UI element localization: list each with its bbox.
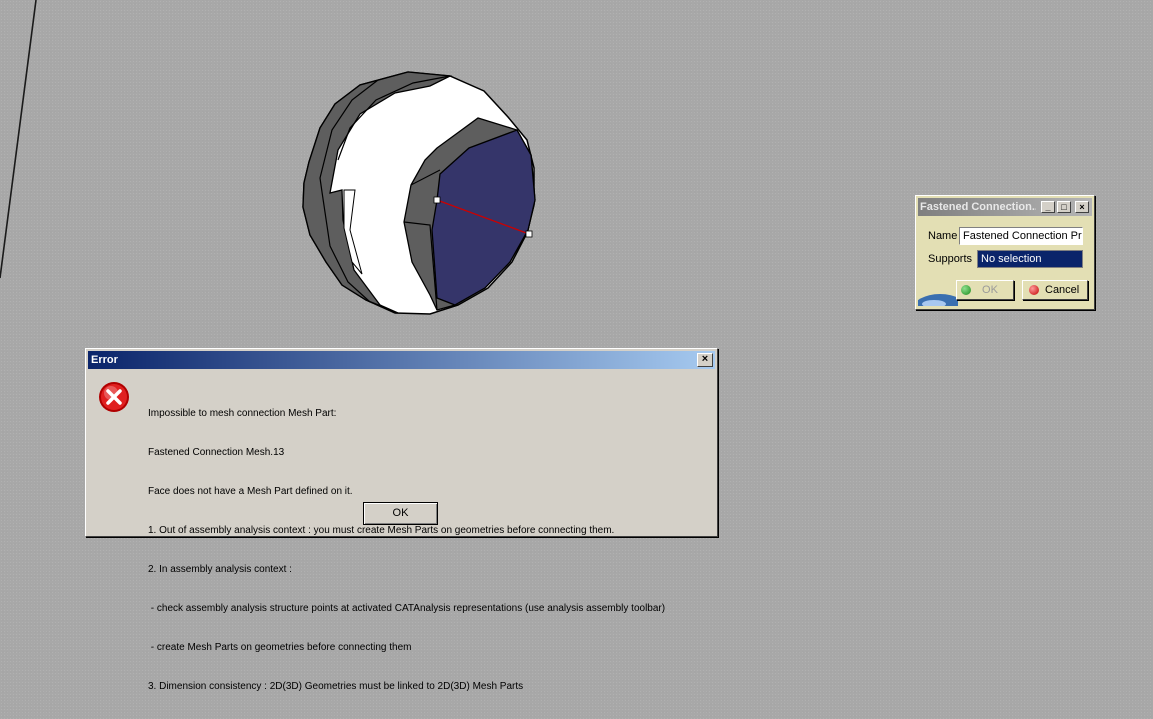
globe-icon [918, 294, 958, 306]
error-title: Error [91, 354, 118, 366]
error-ok-button[interactable]: OK [363, 502, 438, 525]
green-dot-icon [961, 285, 971, 295]
maximize-icon[interactable]: □ [1057, 201, 1071, 213]
close-icon[interactable]: × [1075, 201, 1089, 213]
cancel-button[interactable]: Cancel [1022, 280, 1088, 300]
close-icon[interactable]: × [697, 353, 713, 367]
red-dot-icon [1029, 285, 1039, 295]
error-line: Fastened Connection Mesh.13 [148, 447, 285, 458]
error-line: Impossible to mesh connection Mesh Part: [148, 408, 337, 419]
name-label: Name [928, 230, 958, 242]
fastened-connection-panel: Fastened Connection... _ □ × Name Fasten… [915, 195, 1095, 310]
error-icon [99, 382, 129, 412]
name-field[interactable]: Fastened Connection Pr [959, 227, 1083, 245]
ok-label: OK [982, 284, 998, 296]
cancel-label: Cancel [1045, 284, 1080, 296]
error-dialog: Error × Impossible to mesh connection Me… [85, 348, 718, 692]
error-line: - create Mesh Parts on geometries before… [148, 642, 412, 653]
error-line: 2. In assembly analysis context : [148, 564, 292, 575]
handle-point [433, 196, 441, 204]
supports-field[interactable]: No selection [977, 250, 1083, 268]
error-line: 3. Dimension consistency : 2D(3D) Geomet… [148, 681, 524, 692]
ok-button[interactable]: OK [956, 280, 1014, 300]
error-line: 1. Out of assembly analysis context : yo… [148, 525, 615, 536]
edge-line [0, 0, 37, 279]
panel-title-bar[interactable]: Fastened Connection... _ □ × [918, 198, 1092, 216]
minimize-icon[interactable]: _ [1041, 201, 1055, 213]
error-line: Face does not have a Mesh Part defined o… [148, 486, 353, 497]
error-title-bar[interactable]: Error × [88, 351, 715, 369]
panel-title: Fastened Connection... [920, 201, 1036, 213]
supports-label: Supports [928, 253, 973, 265]
error-line: - check assembly analysis structure poin… [148, 603, 666, 614]
handle-point [525, 230, 533, 238]
error-message: Impossible to mesh connection Mesh Part:… [148, 381, 718, 719]
